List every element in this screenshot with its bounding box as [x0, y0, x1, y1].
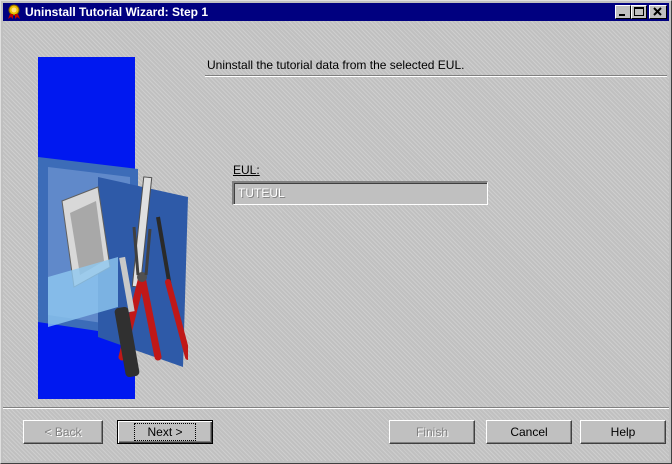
- instruction-text: Uninstall the tutorial data from the sel…: [207, 58, 465, 72]
- close-button[interactable]: [649, 5, 667, 19]
- wizard-body: Uninstall the tutorial data from the sel…: [3, 21, 669, 461]
- wizard-ribbon-icon: [6, 4, 22, 20]
- tools-illustration-icon: [38, 157, 188, 378]
- wizard-illustration-panel: [38, 57, 188, 399]
- footer-divider: [3, 407, 669, 409]
- cancel-button[interactable]: Cancel: [486, 420, 572, 444]
- finish-button[interactable]: Finish: [389, 420, 475, 444]
- eul-label: EUL:: [233, 163, 260, 177]
- back-button[interactable]: < Back: [23, 420, 103, 444]
- window-title: Uninstall Tutorial Wizard: Step 1: [25, 5, 209, 19]
- minimize-button[interactable]: [615, 5, 631, 19]
- header-divider: [205, 75, 667, 77]
- next-button-label: Next >: [134, 423, 196, 441]
- title-bar[interactable]: Uninstall Tutorial Wizard: Step 1: [3, 3, 669, 21]
- maximize-button[interactable]: [631, 5, 647, 19]
- next-button[interactable]: Next >: [117, 420, 213, 444]
- help-button[interactable]: Help: [580, 420, 666, 444]
- eul-field[interactable]: TUTEUL: [232, 181, 488, 205]
- wizard-window: Uninstall Tutorial Wizard: Step 1 Uninst…: [0, 0, 672, 464]
